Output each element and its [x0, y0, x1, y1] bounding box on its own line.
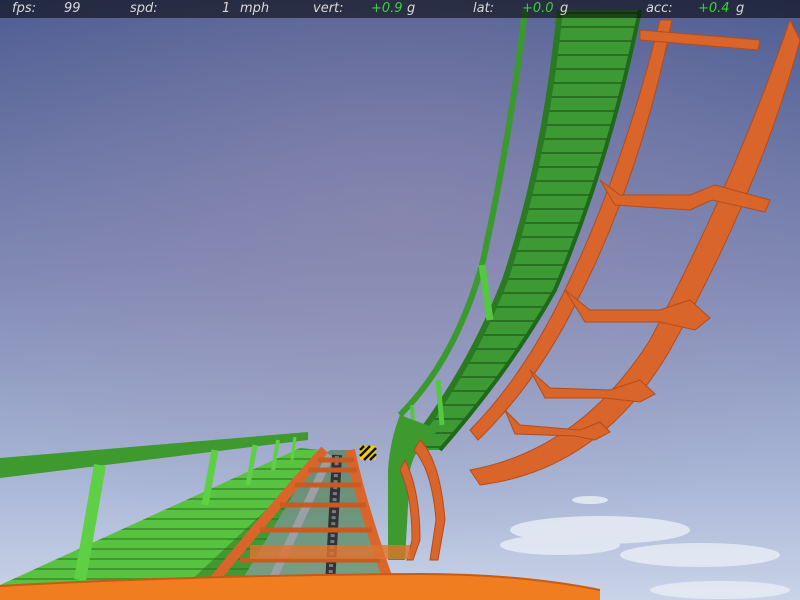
acc-unit: g	[736, 1, 745, 16]
hud-bar: fps: 99 spd: 1 mph vert: +0.9 g lat: +0.…	[0, 0, 800, 18]
lat-unit: g	[560, 1, 569, 16]
acc-label: acc:	[646, 1, 673, 16]
hazard-stripe-icon	[359, 445, 377, 461]
vert-label: vert:	[313, 1, 344, 16]
vert-unit: g	[407, 1, 416, 16]
fps-label: fps:	[12, 1, 36, 16]
spd-value: 1	[222, 1, 231, 16]
spd-label: spd:	[130, 1, 158, 16]
acc-value: +0.4	[698, 1, 730, 16]
vert-value: +0.9	[371, 1, 403, 16]
game-viewport	[0, 0, 800, 600]
fps-value: 99	[64, 1, 81, 16]
lat-value: +0.0	[522, 1, 554, 16]
lat-label: lat:	[473, 1, 495, 16]
spd-unit: mph	[240, 1, 270, 16]
